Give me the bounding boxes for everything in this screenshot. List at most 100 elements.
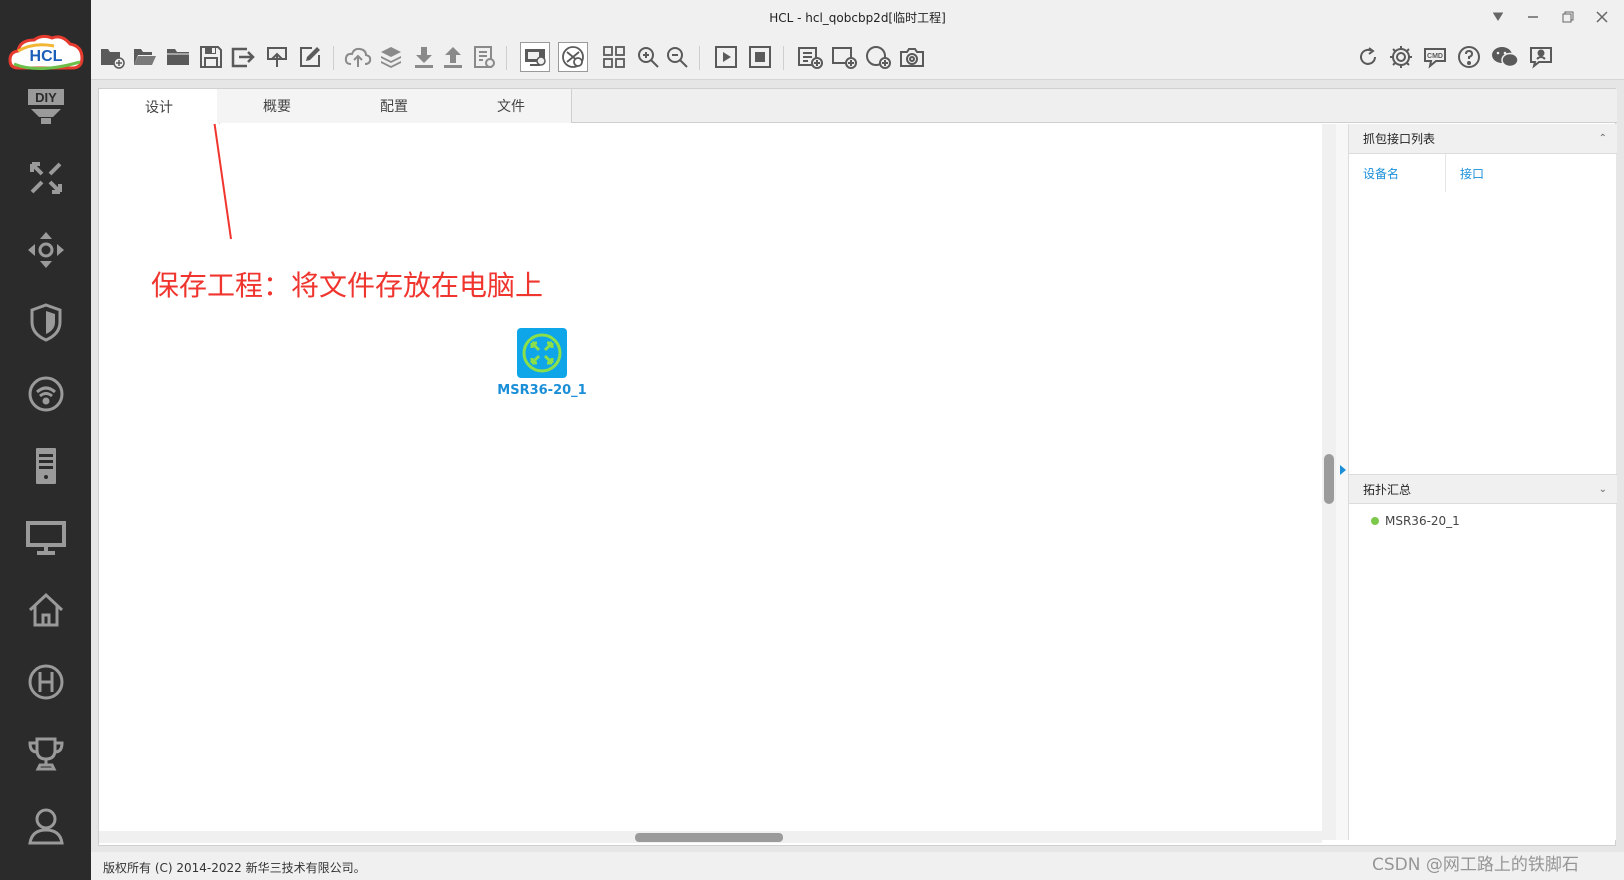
grid-button[interactable] [599,42,629,72]
user-icon [28,808,64,845]
stop-all-button[interactable] [745,42,775,72]
toolbar-separator [506,46,507,70]
annotation-arrow [213,124,232,240]
topology-summary-header[interactable]: 拓扑汇总 ⌄ [1349,474,1617,504]
network-view-button[interactable] [558,42,588,72]
download-icon [415,47,433,68]
feedback-icon [1530,47,1552,69]
tab-design[interactable]: 设计 [99,89,220,124]
collapse-up-icon[interactable]: ⌃ [1599,124,1607,154]
export-button[interactable] [262,42,292,72]
restore-button[interactable] [1556,6,1580,28]
logo-text: HCL [30,48,63,65]
save-as-button[interactable] [229,42,259,72]
tab-overview[interactable]: 概要 [217,89,338,123]
new-project-button[interactable] [97,42,127,72]
sidebar-item-server[interactable] [18,438,74,494]
topology-canvas[interactable]: 保存工程：将文件存放在电脑上 MSR36-20_1 [99,124,1322,840]
router-device-icon [522,333,562,373]
sidebar-item-wireless[interactable] [18,366,74,422]
cloud-upload-icon [344,47,372,67]
close-icon [1596,11,1608,23]
arrow-head [229,124,241,138]
server-icon [36,448,56,484]
upload-icon [444,47,462,68]
save-project-button[interactable] [196,42,226,72]
cmd-button[interactable]: CMD [1420,42,1450,72]
toolbar-separator [699,46,700,70]
open-folder-button[interactable] [163,42,193,72]
sidebar-item-home[interactable] [18,582,74,638]
sidebar-item-diy[interactable]: DIY [18,78,74,134]
add-rect-button[interactable] [829,42,859,72]
triangle-right-icon [1340,465,1346,475]
sidebar-item-firewall[interactable] [18,294,74,350]
home-icon [28,592,64,627]
minimize-button[interactable] [1521,6,1545,28]
restore-icon [1562,11,1574,23]
add-text-icon [798,47,823,69]
wechat-button[interactable] [1490,42,1520,72]
refresh-icon [1360,47,1376,65]
sidebar-item-h3c[interactable] [18,654,74,710]
column-device-name[interactable]: 设备名 [1363,160,1399,196]
grid-icon [603,46,625,68]
svg-text:CMD: CMD [1427,53,1443,60]
topology-view-button[interactable] [520,42,550,72]
router-icon [30,162,62,194]
edit-button[interactable] [295,42,325,72]
svg-text:DIY: DIY [35,90,57,105]
menu-dropdown-button[interactable] [1486,6,1510,28]
refresh-button[interactable] [1353,42,1383,72]
sidebar-item-switch[interactable] [18,222,74,278]
add-text-button[interactable] [795,42,825,72]
view-tabs: 设计 概要 配置 文件 [99,89,1617,124]
canvas-vertical-scrollbar[interactable] [1322,124,1336,840]
layers-icon [381,47,401,68]
play-icon [715,46,737,68]
canvas-horizontal-scrollbar[interactable] [99,831,1322,843]
monitor-eye-icon [525,49,546,66]
document-list-button[interactable] [469,42,499,72]
cmd-icon: CMD [1424,48,1446,69]
settings-button[interactable] [1386,42,1416,72]
help-button[interactable] [1454,42,1484,72]
device-label[interactable]: MSR36-20_1 [477,383,607,398]
wireless-icon [28,376,64,412]
add-ellipse-button[interactable] [863,42,893,72]
sidebar-item-router[interactable] [18,150,74,206]
topology-item[interactable]: MSR36-20_1 [1371,514,1460,528]
collapse-down-icon[interactable]: ⌄ [1599,475,1607,505]
screenshot-button[interactable] [897,42,927,72]
cloud-upload-button[interactable] [343,42,373,72]
horizontal-scroll-thumb[interactable] [635,833,783,842]
zoom-in-button[interactable] [633,42,663,72]
wechat-icon [1492,47,1519,68]
sidebar-item-user[interactable] [18,798,74,854]
tab-files[interactable]: 文件 [451,89,572,123]
column-interface[interactable]: 接口 [1460,160,1484,196]
export-icon [267,47,287,67]
right-panel-collapse-handle[interactable] [1336,124,1348,840]
router-device[interactable] [517,328,567,378]
feedback-button[interactable] [1526,42,1556,72]
tab-config[interactable]: 配置 [334,89,455,123]
right-panel: 抓包接口列表 ⌃ 设备名 接口 拓扑汇总 ⌄ MSR36-20_1 [1348,124,1617,840]
capture-interface-header[interactable]: 抓包接口列表 ⌃ [1349,124,1617,154]
vertical-scroll-thumb[interactable] [1324,454,1334,504]
layers-button[interactable] [376,42,406,72]
copyright-text: 版权所有 (C) 2014-2022 新华三技术有限公司。 [103,861,366,875]
status-dot-icon [1371,517,1379,525]
gear-icon [1390,46,1412,68]
hcl-app-window: HCL DIY HCL - hcl_qobcbp2d[临时工程] CMD 设计 … [0,0,1624,880]
sidebar-item-terminal[interactable] [18,510,74,566]
download-button[interactable] [409,42,439,72]
sidebar-item-trophy[interactable] [18,726,74,782]
save-as-icon [231,47,255,68]
zoom-out-button[interactable] [662,42,692,72]
open-project-button[interactable] [130,42,160,72]
upload-button[interactable] [438,42,468,72]
camera-icon [900,48,924,67]
start-all-button[interactable] [711,42,741,72]
close-button[interactable] [1590,6,1614,28]
